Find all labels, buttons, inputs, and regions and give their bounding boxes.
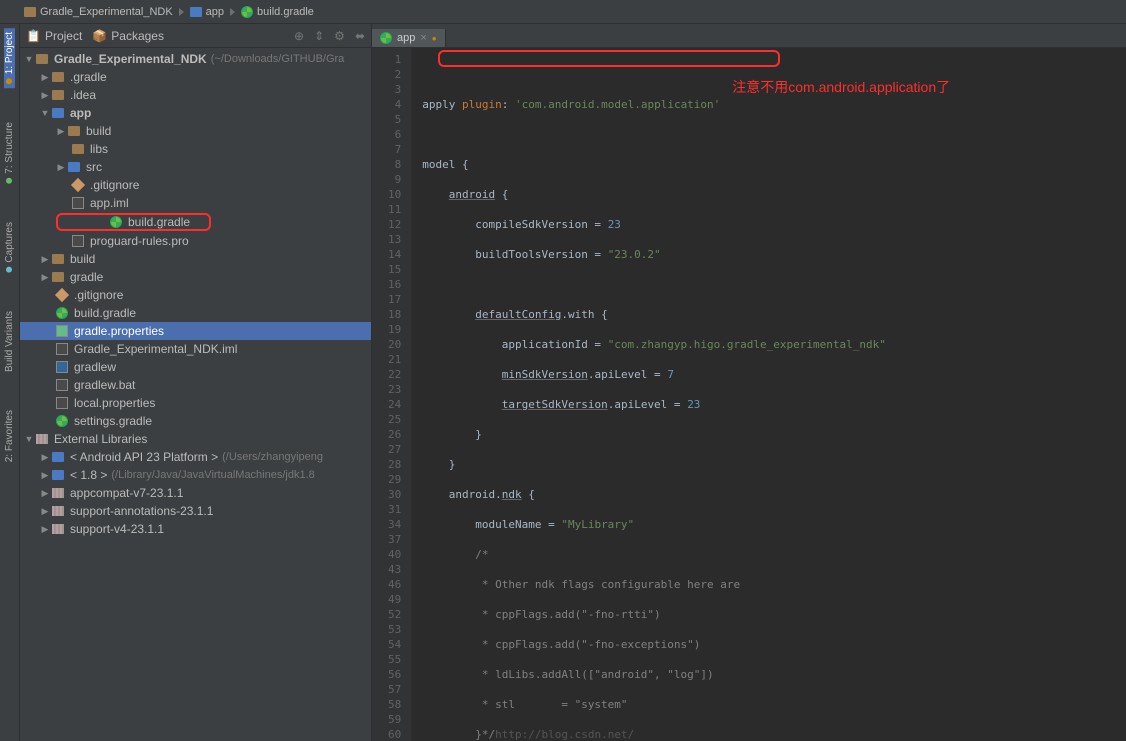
dot-icon	[7, 178, 13, 184]
collapse-icon[interactable]: ⇕	[314, 29, 324, 43]
tree-item[interactable]: appcompat-v7-23.1.1	[20, 484, 371, 502]
tree-item[interactable]: app.iml	[20, 194, 371, 212]
dot-icon	[7, 267, 13, 273]
project-sidebar: 📋 Project 📦 Packages ⊕ ⇕ ⚙ ⬌ Gradle_Expe…	[20, 24, 372, 741]
tool-tab-favorites[interactable]: 2: Favorites	[4, 406, 15, 466]
folder-icon	[24, 7, 36, 17]
tree-item-build-gradle[interactable]: build.gradle	[56, 213, 211, 231]
tree-item[interactable]: gradlew	[20, 358, 371, 376]
tree-item[interactable]: .idea	[20, 86, 371, 104]
tree-item[interactable]: build	[20, 250, 371, 268]
sidebar-tab-packages[interactable]: 📦 Packages	[92, 29, 164, 43]
sidebar-header: 📋 Project 📦 Packages ⊕ ⇕ ⚙ ⬌	[20, 24, 371, 48]
code-area[interactable]: 注意不用com.android.application了 apply plugi…	[412, 48, 1126, 741]
editor-tab-label: app	[397, 32, 415, 44]
breadcrumb-item-app[interactable]: app	[190, 6, 224, 18]
target-icon[interactable]: ⊕	[294, 29, 304, 43]
tool-tab-label: 1: Project	[4, 32, 15, 74]
close-icon[interactable]: ×	[420, 32, 426, 44]
tree-item[interactable]: < Android API 23 Platform >(/Users/zhang…	[20, 448, 371, 466]
tool-tab-project[interactable]: 1: Project	[4, 28, 15, 88]
editor-pane: app × ● 12345678910111213141516171819202…	[372, 24, 1126, 741]
tree-item[interactable]: .gitignore	[20, 176, 371, 194]
tool-strip-left: 1: Project 7: Structure Captures Build V…	[0, 24, 20, 741]
pin-icon: ●	[432, 34, 437, 43]
editor-tab-app[interactable]: app × ●	[372, 29, 446, 47]
breadcrumb-item-file[interactable]: build.gradle	[241, 6, 314, 18]
tool-tab-label: 2: Favorites	[4, 410, 15, 462]
dot-icon	[7, 78, 13, 84]
tree-external-libs[interactable]: External Libraries	[20, 430, 371, 448]
tree-item[interactable]: gradlew.bat	[20, 376, 371, 394]
chevron-right-icon	[230, 8, 235, 16]
tree-root[interactable]: Gradle_Experimental_NDK(~/Downloads/GITH…	[20, 50, 371, 68]
tree-item[interactable]: local.properties	[20, 394, 371, 412]
module-icon	[190, 7, 202, 17]
tree-item[interactable]: build	[20, 122, 371, 140]
tool-tab-label: Build Variants	[4, 311, 15, 372]
tree-item[interactable]: src	[20, 158, 371, 176]
tree-item[interactable]: libs	[20, 140, 371, 158]
annotation-box	[438, 50, 780, 67]
tree-item[interactable]: < 1.8 >(/Library/Java/JavaVirtualMachine…	[20, 466, 371, 484]
gradle-icon	[241, 6, 253, 18]
tree-item[interactable]: build.gradle	[20, 304, 371, 322]
tool-tab-build-variants[interactable]: Build Variants	[4, 307, 15, 376]
tool-tab-label: Captures	[4, 222, 15, 263]
tree-item[interactable]: settings.gradle	[20, 412, 371, 430]
tree-item-gradle-properties[interactable]: gradle.properties	[20, 322, 371, 340]
editor-tabs: app × ●	[372, 24, 1126, 48]
chevron-right-icon	[179, 8, 184, 16]
tool-tab-structure[interactable]: 7: Structure	[4, 118, 15, 188]
breadcrumb-item-root[interactable]: Gradle_Experimental_NDK	[24, 6, 173, 18]
tree-item[interactable]: proguard-rules.pro	[20, 232, 371, 250]
tool-tab-label: 7: Structure	[4, 122, 15, 174]
tree-item-app[interactable]: app	[20, 104, 371, 122]
breadcrumb-label: app	[206, 6, 224, 18]
project-tree[interactable]: Gradle_Experimental_NDK(~/Downloads/GITH…	[20, 48, 371, 741]
tab-label: Project	[45, 29, 82, 43]
tree-item[interactable]: support-annotations-23.1.1	[20, 502, 371, 520]
annotation-text: 注意不用com.android.application了	[732, 80, 950, 95]
tree-item[interactable]: support-v4-23.1.1	[20, 520, 371, 538]
hide-icon[interactable]: ⬌	[355, 29, 365, 43]
tool-tab-captures[interactable]: Captures	[4, 218, 15, 277]
gear-icon[interactable]: ⚙	[334, 29, 345, 43]
tree-item[interactable]: .gitignore	[20, 286, 371, 304]
breadcrumb-label: Gradle_Experimental_NDK	[40, 6, 173, 18]
editor-body[interactable]: 1234567891011121314151617181920212223242…	[372, 48, 1126, 741]
tree-item[interactable]: Gradle_Experimental_NDK.iml	[20, 340, 371, 358]
tab-label: Packages	[111, 29, 164, 43]
sidebar-tab-project[interactable]: 📋 Project	[26, 29, 82, 43]
gutter: 1234567891011121314151617181920212223242…	[372, 48, 412, 741]
breadcrumb: Gradle_Experimental_NDK app build.gradle	[0, 0, 1126, 24]
tree-item[interactable]: gradle	[20, 268, 371, 286]
tree-item[interactable]: .gradle	[20, 68, 371, 86]
breadcrumb-label: build.gradle	[257, 6, 314, 18]
gradle-icon	[380, 32, 392, 44]
